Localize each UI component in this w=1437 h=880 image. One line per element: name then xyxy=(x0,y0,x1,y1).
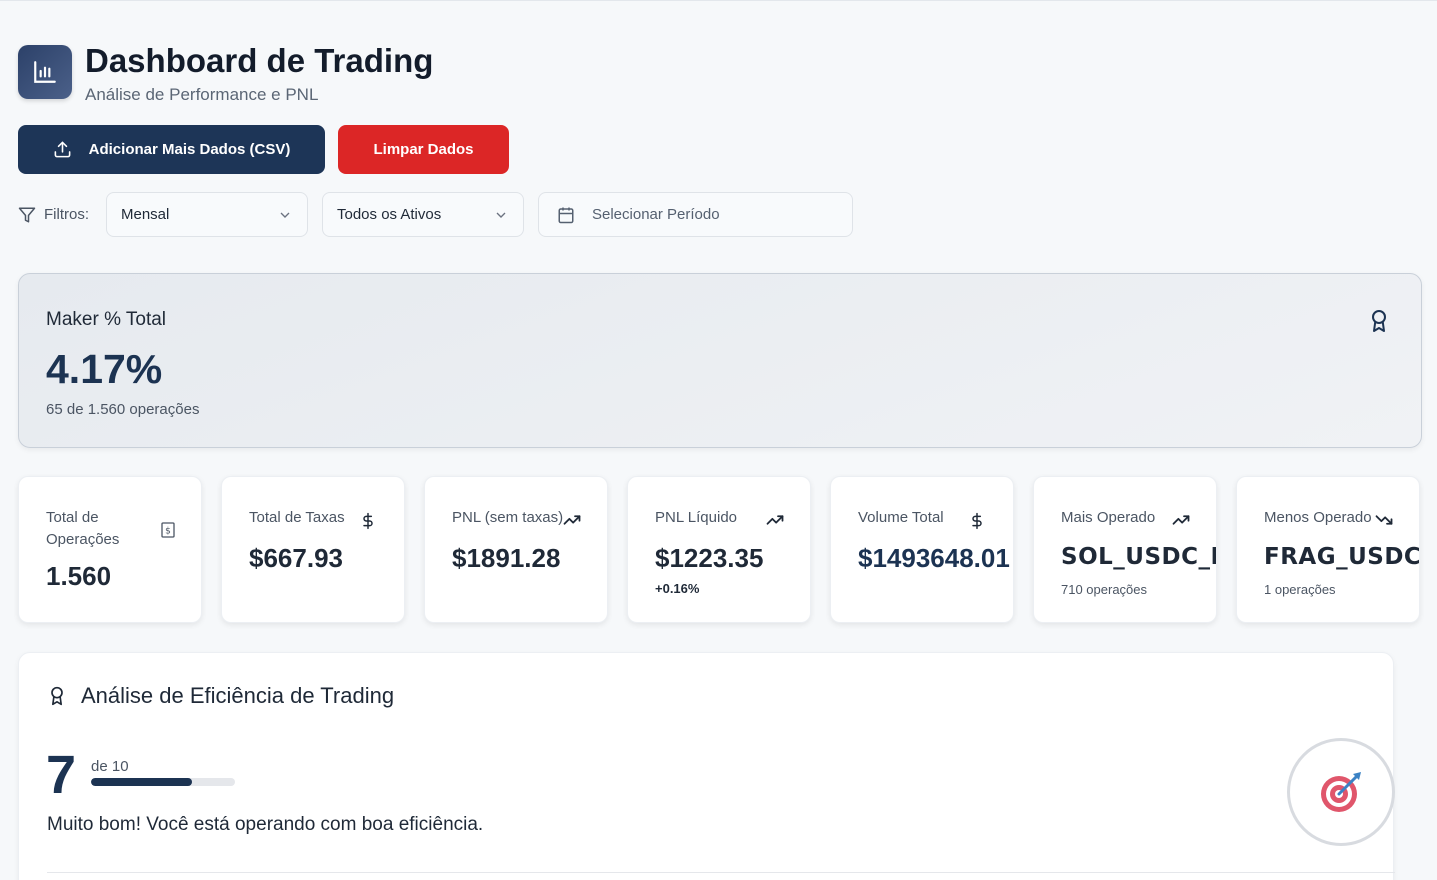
card-change: +0.16% xyxy=(655,581,700,596)
chevron-down-icon xyxy=(280,212,290,218)
card-value: $1223.35 xyxy=(655,543,764,573)
filters-label: Filtros: xyxy=(18,206,89,224)
efficiency-score: 7 xyxy=(46,745,77,805)
card-total-volume: Volume Total $1493648.01 xyxy=(830,476,1014,623)
maker-total-card: Maker % Total 4.17% 65 de 1.560 operaçõe… xyxy=(18,273,1422,448)
divider xyxy=(47,872,1395,873)
card-value: FRAG_USDC xyxy=(1264,544,1420,570)
card-value: $1493648.01 xyxy=(858,543,1010,573)
card-subtext: 710 operações xyxy=(1061,582,1148,597)
card-total-operations: Total de Operações $ 1.560 xyxy=(18,476,202,623)
card-label: Mais Operado xyxy=(1061,509,1156,526)
card-value: $667.93 xyxy=(249,543,343,573)
add-data-button[interactable]: Adicionar Mais Dados (CSV) xyxy=(18,125,325,174)
period-type-select[interactable]: Mensal xyxy=(106,192,308,237)
card-most-traded: Mais Operado SOL_USDC_PERP 710 operações xyxy=(1033,476,1217,623)
efficiency-panel: Análise de Eficiência de Trading 7 de 10… xyxy=(18,652,1395,880)
card-value: SOL_USDC_PERP xyxy=(1061,544,1216,570)
card-label: Menos Operado xyxy=(1264,509,1372,526)
filters-bar: Filtros: Mensal Todos os Ativos Selecion… xyxy=(18,192,853,237)
efficiency-title: Análise de Eficiência de Trading xyxy=(47,683,394,709)
clear-data-button[interactable]: Limpar Dados xyxy=(338,125,509,174)
page-title: Dashboard de Trading xyxy=(85,42,434,79)
card-label: Total de Taxas xyxy=(249,509,345,526)
date-range-picker[interactable]: Selecionar Período xyxy=(538,192,853,237)
efficiency-progress-bar xyxy=(91,778,235,786)
trending-up-icon xyxy=(563,515,581,525)
award-icon xyxy=(1372,310,1386,332)
award-icon xyxy=(51,686,63,706)
assets-select[interactable]: Todos os Ativos xyxy=(322,192,524,237)
bar-chart-icon xyxy=(18,45,72,99)
clear-data-label: Limpar Dados xyxy=(373,141,474,158)
efficiency-score-max: de 10 xyxy=(91,758,129,775)
efficiency-message: Muito bom! Você está operando com boa ef… xyxy=(47,814,484,835)
upload-icon xyxy=(54,141,71,158)
target-icon xyxy=(1287,738,1395,846)
card-label: Total de Operações xyxy=(46,509,120,548)
filter-icon xyxy=(18,207,36,222)
chevron-down-icon xyxy=(496,212,506,218)
period-type-value: Mensal xyxy=(121,206,170,223)
card-subtext: 1 operações xyxy=(1264,582,1336,597)
trending-up-icon xyxy=(766,515,784,525)
dollar-icon xyxy=(363,512,373,530)
card-pnl-net: PNL Líquido $1223.35 +0.16% xyxy=(627,476,811,623)
page-header: Dashboard de Trading Análise de Performa… xyxy=(18,42,434,105)
card-label: Volume Total xyxy=(858,509,944,526)
card-label: PNL Líquido xyxy=(655,509,738,526)
maker-value: 4.17% xyxy=(46,346,163,392)
card-label: PNL (sem taxas) xyxy=(452,509,564,526)
card-pnl-gross: PNL (sem taxas) $1891.28 xyxy=(424,476,608,623)
page-subtitle: Análise de Performance e PNL xyxy=(85,85,319,104)
card-total-fees: Total de Taxas $667.93 xyxy=(221,476,405,623)
dollar-icon xyxy=(972,512,982,530)
add-data-label: Adicionar Mais Dados (CSV) xyxy=(88,141,291,158)
trending-down-icon xyxy=(1375,515,1393,525)
calendar-icon xyxy=(558,207,574,223)
maker-subtext: 65 de 1.560 operações xyxy=(46,401,200,418)
assets-value: Todos os Ativos xyxy=(337,206,442,223)
trending-up-icon xyxy=(1172,515,1190,525)
card-least-traded: Menos Operado FRAG_USDC 1 operações xyxy=(1236,476,1420,623)
efficiency-progress-fill xyxy=(91,778,192,786)
date-range-placeholder: Selecionar Período xyxy=(592,206,720,223)
card-value: $1891.28 xyxy=(452,543,561,573)
card-value: 1.560 xyxy=(46,561,112,591)
receipt-icon: $ xyxy=(161,522,175,538)
svg-text:$: $ xyxy=(165,527,171,537)
maker-label: Maker % Total xyxy=(46,309,167,330)
